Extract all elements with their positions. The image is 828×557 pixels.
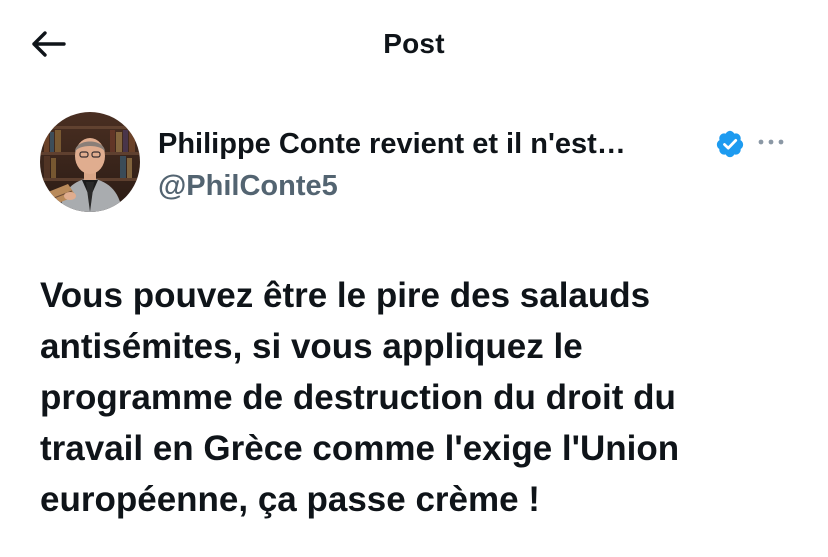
post-author: Philippe Conte revient et il n'est… @Phi…	[40, 112, 800, 216]
avatar-image	[40, 112, 140, 212]
post-text: Vous pouvez être le pire des salauds ant…	[40, 276, 680, 519]
author-handle[interactable]: @PhilConte5	[158, 170, 338, 203]
verified-badge-icon	[716, 130, 744, 158]
post-header: Post	[0, 0, 828, 90]
author-display-name[interactable]: Philippe Conte revient et il n'est…	[158, 128, 626, 161]
page-title: Post	[383, 28, 445, 59]
more-horizontal-icon	[758, 139, 784, 145]
more-options-button[interactable]	[754, 130, 788, 154]
avatar[interactable]	[40, 112, 140, 212]
